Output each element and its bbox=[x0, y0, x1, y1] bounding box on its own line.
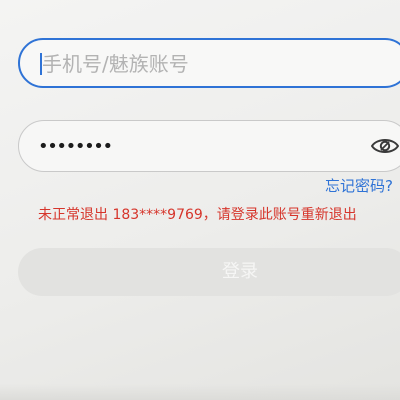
forgot-password-link[interactable]: 忘记密码? bbox=[325, 176, 393, 196]
bottom-edge bbox=[0, 384, 400, 400]
password-input[interactable]: •••••••• bbox=[18, 120, 400, 172]
password-value: •••••••• bbox=[38, 136, 113, 157]
abnormal-logout-warning: 未正常退出 183****9769，请登录此账号重新退出 bbox=[38, 207, 357, 223]
eye-icon[interactable] bbox=[370, 134, 400, 158]
account-placeholder: 手机号/魅族账号 bbox=[42, 52, 189, 76]
eye-icon-graphic bbox=[371, 139, 399, 153]
account-input[interactable]: 手机号/魅族账号 bbox=[18, 38, 400, 88]
text-cursor bbox=[40, 53, 42, 75]
login-button-label: 登录 bbox=[222, 261, 258, 282]
login-button[interactable]: 登录 bbox=[18, 248, 400, 296]
login-form: 手机号/魅族账号 •••••••• 忘记密码? 未正常退出 183****976… bbox=[0, 0, 400, 400]
